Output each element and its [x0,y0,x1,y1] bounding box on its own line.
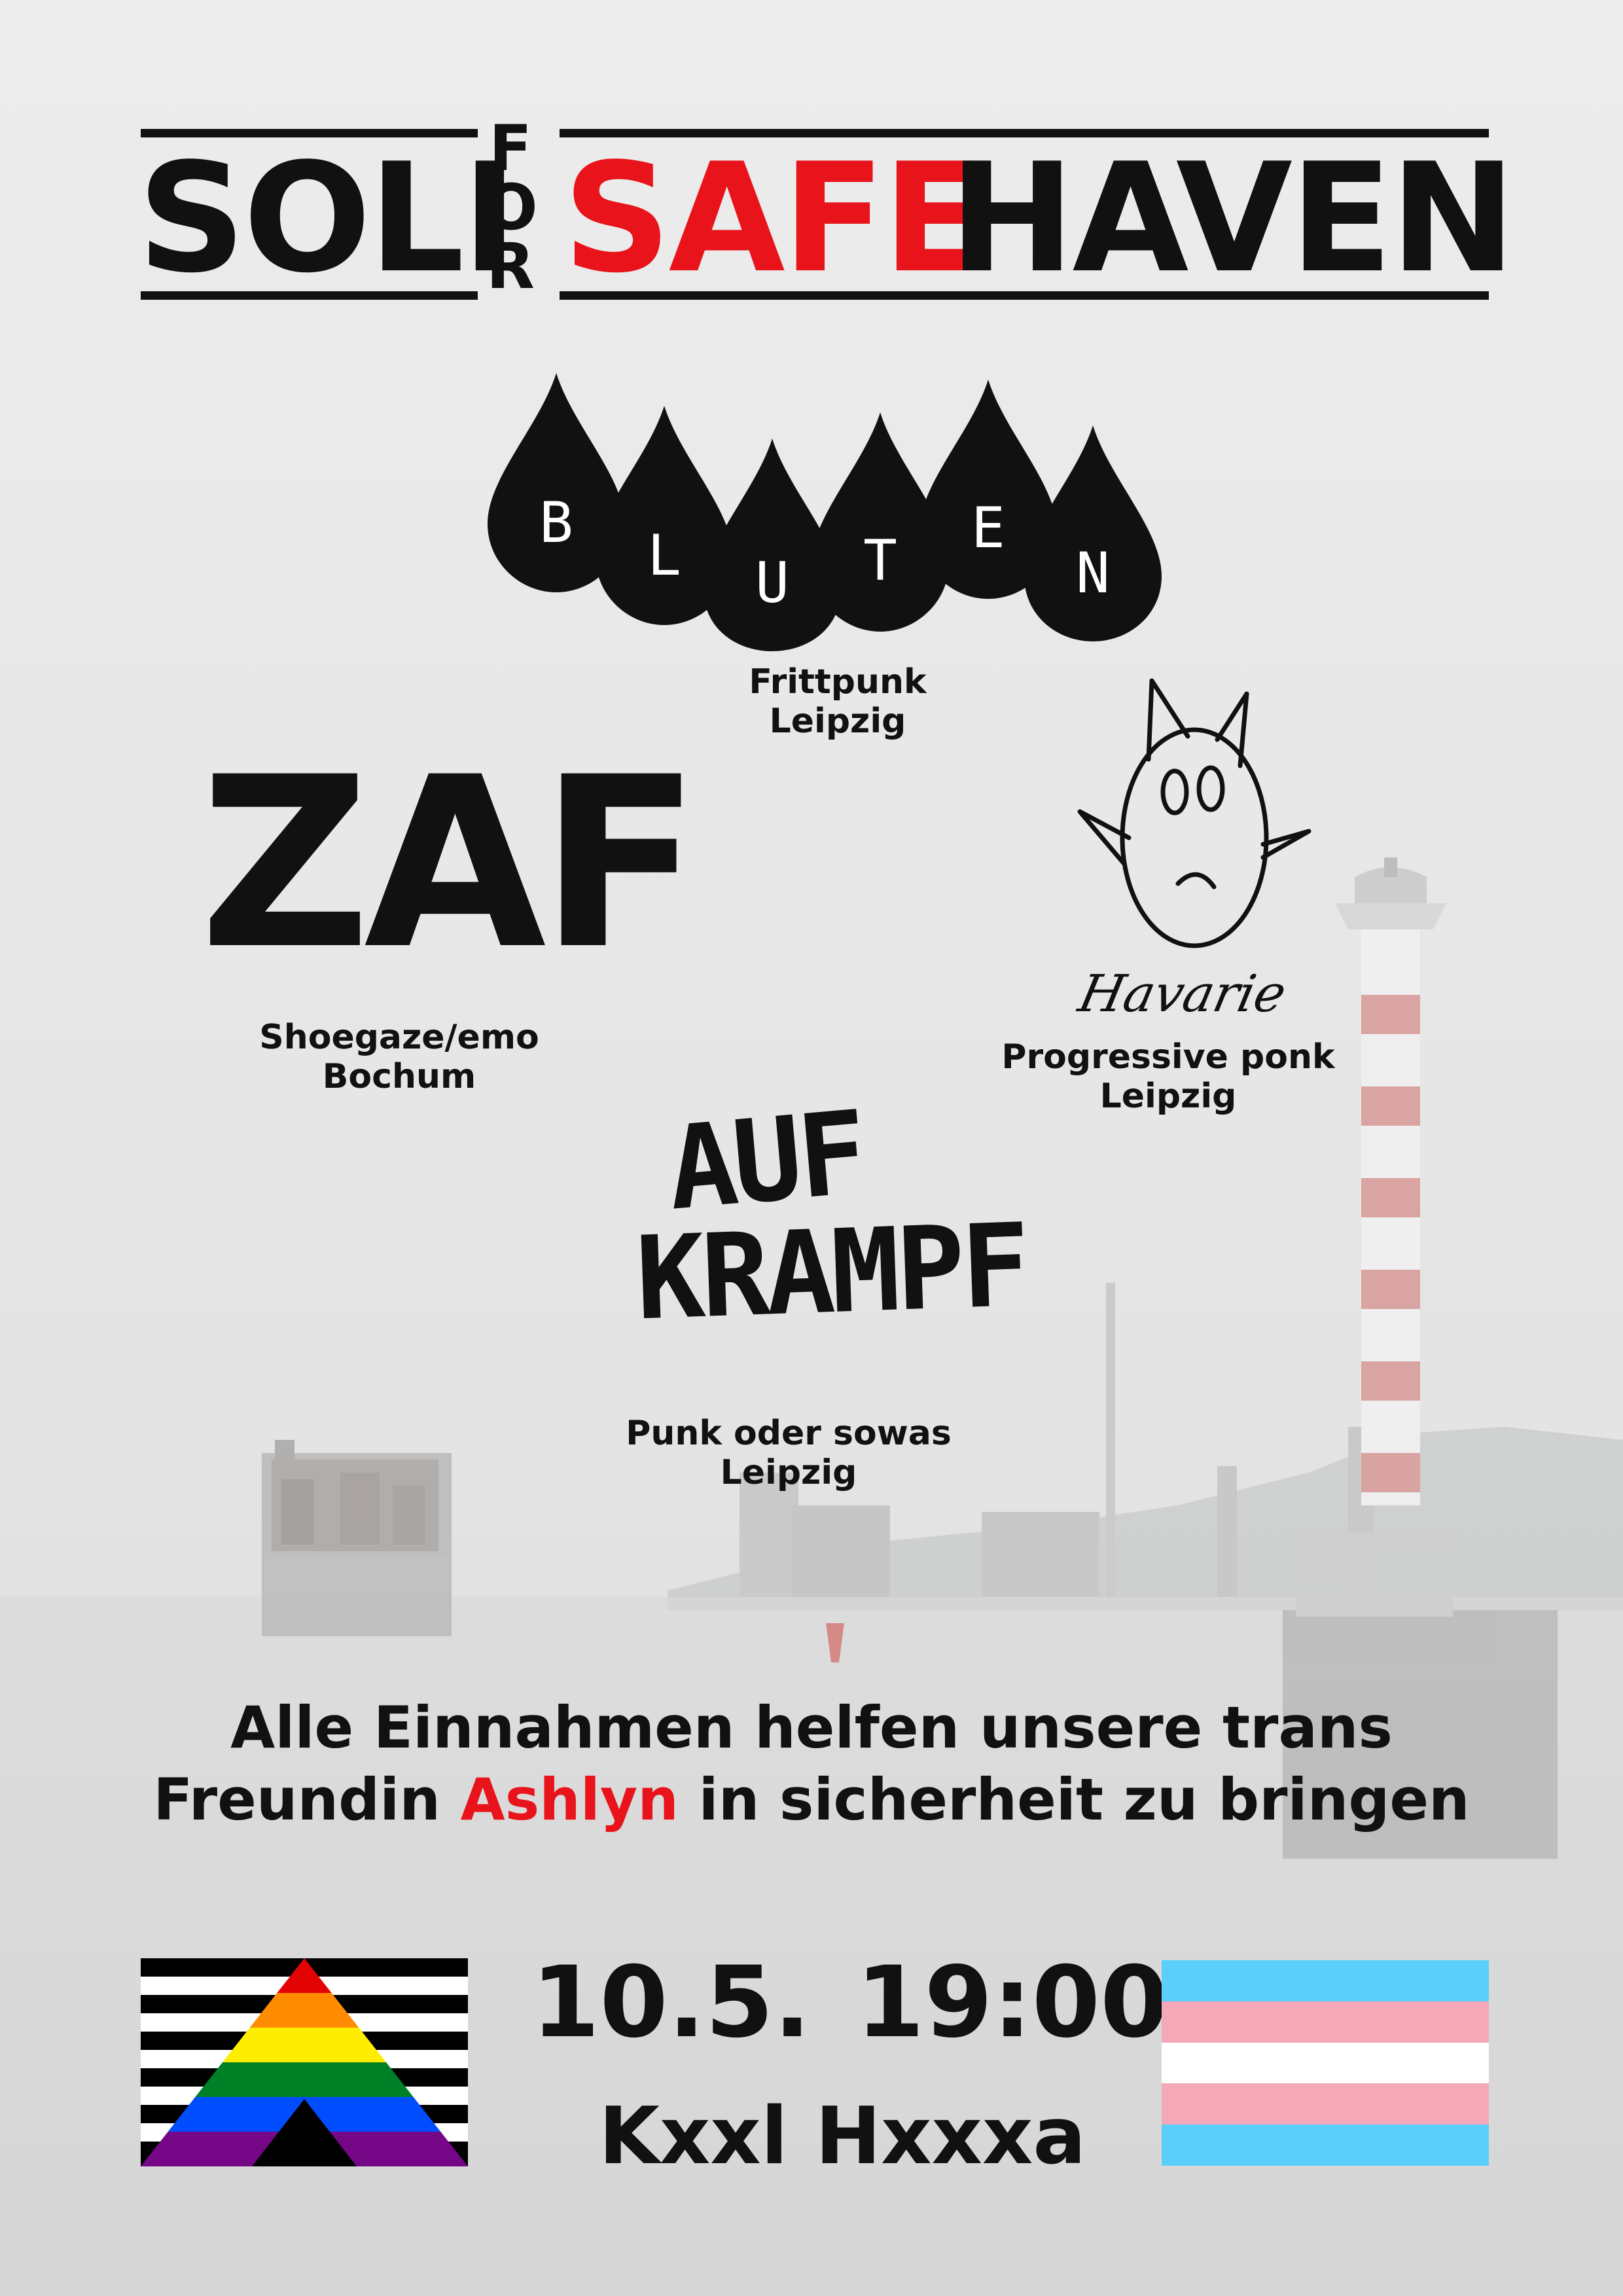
bluten-letter-u: U [755,550,789,616]
event-date: 10.5. [531,1946,812,2060]
title-for-vertical: F O R [484,112,538,303]
bluten-city: Leipzig [769,702,906,741]
zaf-logo: ZAF [200,726,701,1001]
zaf-genre: Shoegaze/emo [259,1018,539,1057]
title-haven: HAVEN [949,132,1516,306]
auf-krampf-city: Leipzig [720,1453,857,1492]
message-name-highlight: Ashlyn [460,1766,679,1833]
message-line-2-before: Freundin [153,1766,461,1833]
title-safe: SAFE [563,132,986,306]
ship [262,1440,452,1636]
title-for-r: R [486,230,535,303]
message-line-1: Alle Einnahmen helfen unsere trans [230,1694,1393,1761]
zaf-city: Bochum [322,1057,476,1096]
auf-krampf-logo: AUF KRAMPF [576,1086,1086,1346]
message-line-2-after: in sicherheit zu bringen [678,1766,1470,1833]
title-solidarity: SOLI [137,132,518,306]
title-for-f: F [489,112,532,185]
message-line-2: Freundin Ashlyn in sicherheit zu bringen [0,1767,1623,1833]
blood-drop-icon [488,373,1162,651]
bluten-logo: B L U T E N [488,373,1162,651]
havarie-genre: Progressive ponk [1001,1037,1335,1077]
bluten-letter-l: L [647,523,681,588]
event-venue: Kxxl Hxxxa [599,2091,1086,2182]
zaf-caption: Shoegaze/emo Bochum [203,1018,596,1096]
auf-krampf-logo-line2: KRAMPF [633,1199,1029,1346]
bluten-letter-t: T [863,528,897,594]
bluten-genre: Frittpunk [749,662,927,702]
transgender-flag-icon [1162,1960,1489,2166]
auf-krampf-caption: Punk oder sowas Leipzig [592,1414,985,1492]
event-time: 19:00 [856,1946,1169,2060]
auf-krampf-genre: Punk oder sowas [626,1414,952,1453]
bluten-caption: Frittpunk Leipzig [674,662,1001,741]
bluten-letter-n: N [1076,541,1110,606]
bluten-letter-e: E [971,495,1005,561]
straight-ally-flag-icon [141,1958,468,2166]
havarie-logo: Havarie [1073,965,1292,1024]
sad-face-icon [1077,678,1311,948]
bluten-letter-b: B [539,490,573,556]
title-for-o: O [484,171,538,244]
